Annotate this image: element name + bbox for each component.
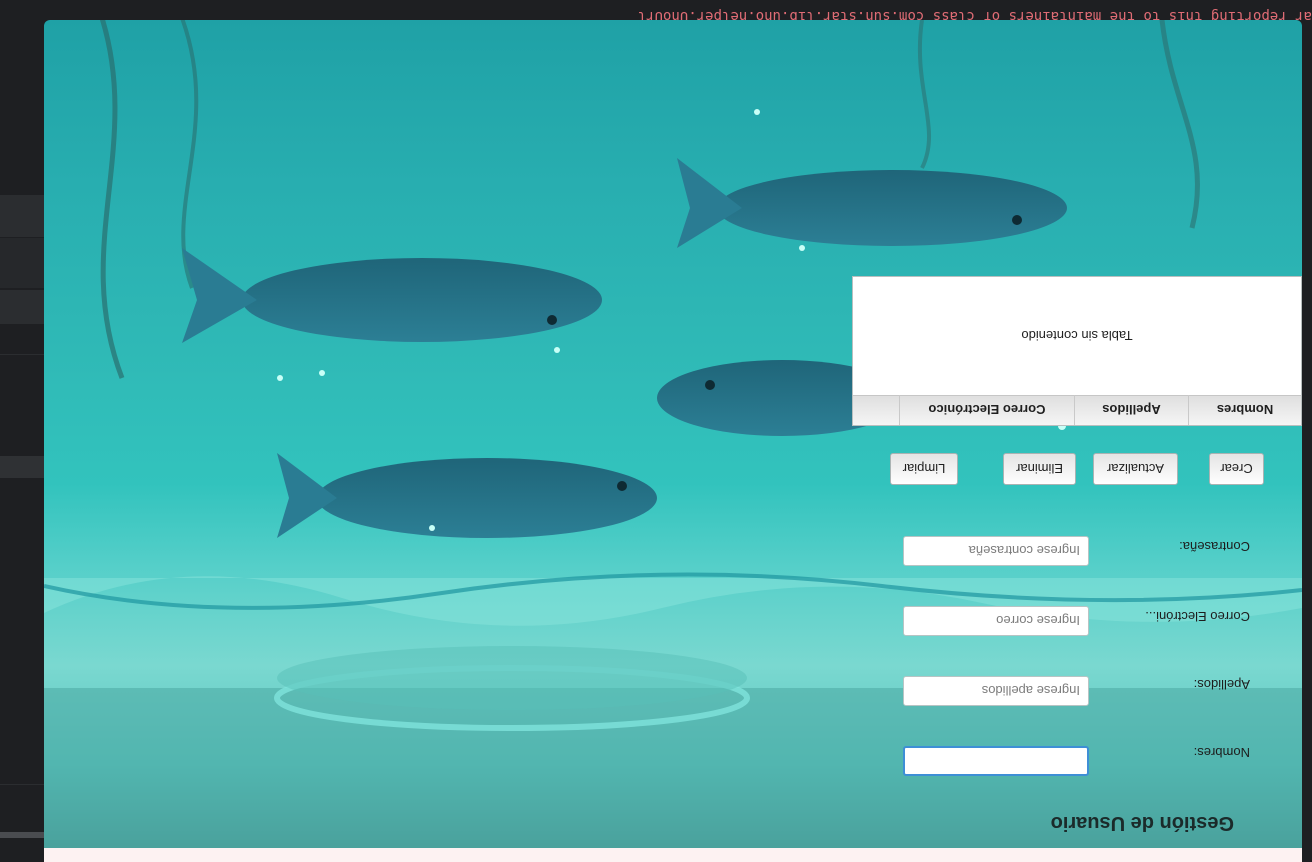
apellidos-label: Apellidos: bbox=[1193, 677, 1250, 692]
contrasena-field[interactable]: Ingrese contraseña bbox=[903, 536, 1089, 566]
crear-button[interactable]: Crear bbox=[1209, 453, 1264, 485]
ide-panel-strip bbox=[0, 456, 44, 478]
contrasena-placeholder: Ingrese contraseña bbox=[968, 543, 1080, 559]
table-header: Nombres Apellidos Correo Electrónico bbox=[853, 395, 1301, 425]
nombres-label: Nombres: bbox=[1193, 745, 1250, 760]
app-window: Gestión de Usuario Nombres: Apellidos: I… bbox=[44, 20, 1302, 862]
column-header-apellidos[interactable]: Apellidos bbox=[1074, 395, 1188, 425]
ide-divider bbox=[0, 784, 44, 785]
ide-divider bbox=[0, 354, 44, 355]
form-panel: Gestión de Usuario Nombres: Apellidos: I… bbox=[44, 20, 1302, 848]
ide-panel-strip bbox=[0, 238, 44, 288]
page-title: Gestión de Usuario bbox=[1050, 812, 1234, 834]
fish-shape bbox=[677, 158, 1067, 248]
contrasena-label: Contraseña: bbox=[1179, 539, 1250, 554]
column-header-nombres[interactable]: Nombres bbox=[1188, 395, 1301, 425]
eliminar-button[interactable]: Eliminar bbox=[1003, 453, 1076, 485]
window-titlebar bbox=[44, 848, 1302, 862]
correo-label: Correo Electróni... bbox=[1145, 609, 1250, 624]
underwater-background-image bbox=[44, 20, 1302, 848]
table-empty-message: Tabla sin contenido bbox=[1021, 328, 1133, 344]
users-table[interactable]: Nombres Apellidos Correo Electrónico Tab… bbox=[852, 276, 1302, 426]
actualizar-button[interactable]: Actualizar bbox=[1093, 453, 1178, 485]
ide-panel-strip bbox=[0, 290, 44, 324]
fish-shape bbox=[277, 453, 657, 538]
apellidos-placeholder: Ingrese apellidos bbox=[981, 683, 1080, 699]
ide-scrollbar[interactable] bbox=[0, 832, 44, 838]
column-header-correo[interactable]: Correo Electrónico bbox=[899, 395, 1074, 425]
correo-field[interactable]: Ingrese correo bbox=[903, 606, 1089, 636]
correo-placeholder: Ingrese correo bbox=[996, 613, 1080, 629]
ide-panel-strip bbox=[0, 195, 44, 237]
nombres-field[interactable] bbox=[903, 746, 1089, 776]
limpiar-button[interactable]: Limpiar bbox=[890, 453, 958, 485]
fish-shape bbox=[182, 248, 602, 343]
column-header-extra[interactable] bbox=[853, 395, 899, 425]
apellidos-field[interactable]: Ingrese apellidos bbox=[903, 676, 1089, 706]
